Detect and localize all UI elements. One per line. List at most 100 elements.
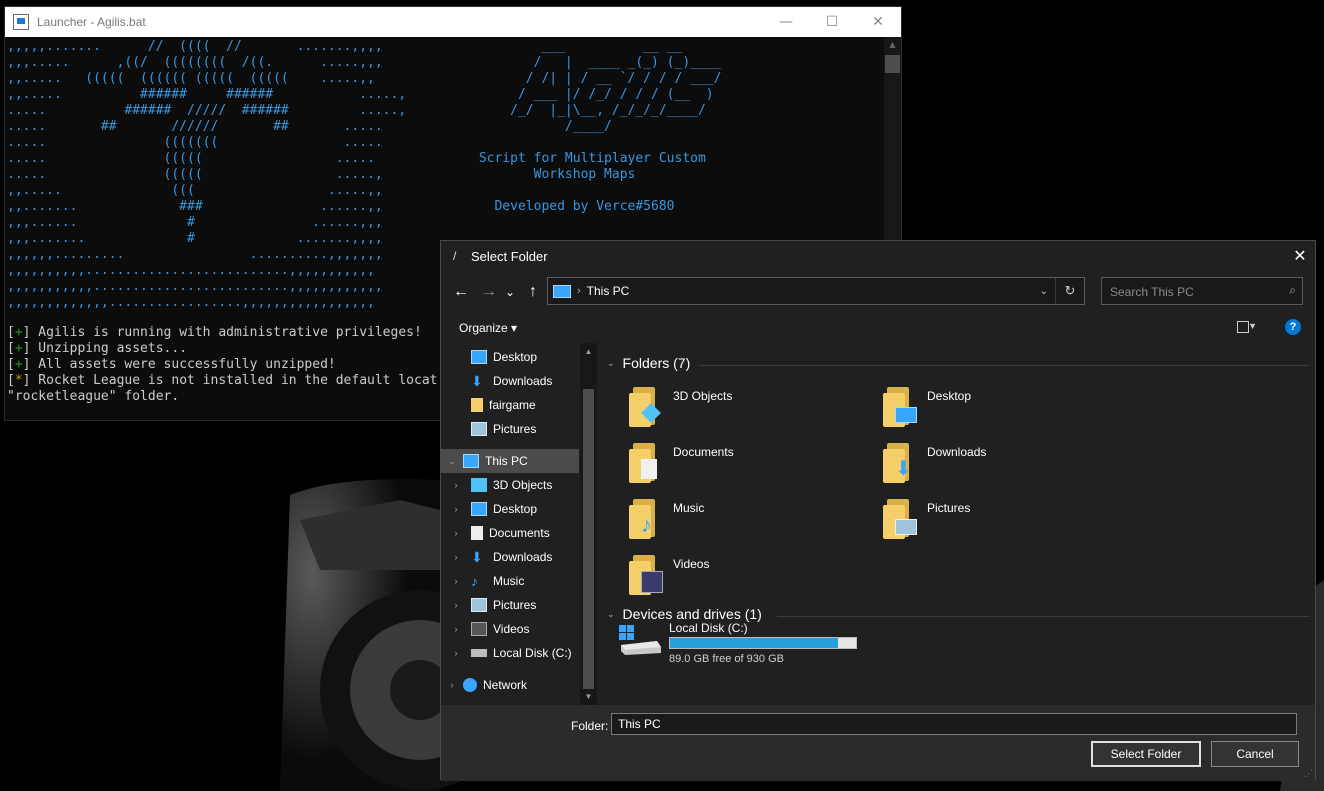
folder-label: Documents: [673, 445, 734, 459]
address-path[interactable]: This PC: [587, 284, 630, 298]
minimize-button[interactable]: —: [763, 7, 809, 37]
this-pc-icon: [463, 454, 479, 468]
breadcrumb-separator-icon[interactable]: ›: [577, 285, 581, 297]
back-button[interactable]: ←: [451, 279, 471, 305]
folder-label: 3D Objects: [673, 389, 733, 403]
search-box[interactable]: ⌕: [1101, 277, 1303, 306]
folder-documents[interactable]: Documents: [627, 441, 867, 489]
documents-icon: [641, 459, 657, 479]
nav-item-pictures-2[interactable]: › Pictures: [441, 593, 579, 617]
navigation-scrollbar[interactable]: ▲ ▼: [580, 343, 597, 705]
folder-3d-objects[interactable]: 3D Objects: [627, 385, 867, 433]
downloads-icon: ⬇: [471, 373, 483, 389]
nav-item-desktop[interactable]: Desktop: [441, 345, 579, 369]
network-icon: [463, 678, 477, 692]
folder-label: Music: [673, 501, 705, 515]
feather-icon: /: [453, 249, 457, 263]
group-divider: [699, 365, 1309, 366]
nav-item-3d-objects[interactable]: › 3D Objects: [441, 473, 579, 497]
scroll-up-icon[interactable]: ▲: [580, 347, 597, 356]
folder-downloads[interactable]: ⬇ Downloads: [881, 441, 1121, 489]
nav-item-this-pc[interactable]: ⌄ This PC: [441, 449, 579, 473]
select-folder-button[interactable]: Select Folder: [1091, 741, 1201, 767]
collapse-chevron-icon[interactable]: ⌄: [607, 609, 615, 620]
address-bar[interactable]: › This PC ⌄ ↻: [547, 277, 1085, 305]
command-bar: Organize ▾ ▼ ?: [441, 315, 1315, 343]
nav-item-label: Network: [483, 678, 528, 692]
dialog-titlebar: / Select Folder ✕: [441, 241, 1315, 271]
nav-item-music[interactable]: › ♪ Music: [441, 569, 579, 593]
search-input[interactable]: [1102, 278, 1282, 306]
nav-item-label: fairgame: [489, 398, 536, 412]
nav-item-label: Desktop: [493, 350, 538, 364]
nav-item-fairgame[interactable]: fairgame: [441, 393, 579, 417]
desktop-icon: [471, 350, 487, 364]
folder-icon: ♪: [627, 497, 661, 539]
folder-label: Pictures: [927, 501, 971, 515]
dialog-close-button[interactable]: ✕: [1285, 241, 1315, 271]
maximize-button[interactable]: ☐: [809, 7, 855, 37]
log-line: "rocketleague" folder.: [7, 389, 180, 404]
nav-item-pictures[interactable]: Pictures: [441, 417, 579, 441]
nav-chevron[interactable]: ›: [441, 600, 471, 610]
nav-chevron[interactable]: ›: [441, 624, 471, 634]
nav-item-label: Documents: [489, 526, 550, 540]
navigation-pane: Desktop ⬇ Downloads fairgame Pictures ⌄ …: [441, 343, 597, 705]
cancel-button[interactable]: Cancel: [1211, 741, 1299, 767]
folder-label: Desktop: [927, 389, 972, 403]
log-line: [+] Agilis is running with administrativ…: [7, 325, 422, 340]
folder-field[interactable]: This PC: [611, 713, 1297, 735]
3d-objects-icon: [471, 478, 487, 492]
pictures-icon: [471, 422, 487, 436]
folder-desktop[interactable]: Desktop: [881, 385, 1121, 433]
resize-grip-icon[interactable]: ⋰: [1304, 768, 1313, 779]
music-icon: ♪: [471, 573, 478, 589]
collapse-chevron-icon[interactable]: ⌄: [607, 358, 615, 369]
folders-group-header[interactable]: ⌄ Folders (7): [607, 355, 690, 371]
folder-music[interactable]: ♪ Music: [627, 497, 867, 545]
desktop-icon: [471, 502, 487, 516]
nav-chevron[interactable]: ›: [441, 680, 463, 690]
up-button[interactable]: ↑: [523, 279, 543, 305]
drive-name: Local Disk (C:): [669, 621, 748, 635]
address-dropdown-icon[interactable]: ⌄: [1040, 286, 1048, 297]
view-dropdown-icon[interactable]: ▼: [1248, 321, 1257, 331]
nav-chevron[interactable]: ›: [441, 480, 471, 490]
videos-icon: [471, 622, 487, 636]
nav-item-label: Local Disk (C:): [493, 646, 572, 660]
navigation-scroll-thumb[interactable]: [583, 389, 594, 689]
nav-item-downloads-2[interactable]: › ⬇ Downloads: [441, 545, 579, 569]
help-button[interactable]: ?: [1285, 319, 1301, 335]
nav-chevron[interactable]: ›: [441, 528, 471, 538]
console-close-button[interactable]: ✕: [855, 7, 901, 37]
scroll-up-icon[interactable]: ▲: [884, 37, 901, 53]
folders-group-label: Folders (7): [622, 355, 691, 371]
folder-icon: ⬇: [881, 441, 915, 483]
search-icon[interactable]: ⌕: [1289, 283, 1296, 298]
nav-item-network[interactable]: › Network: [441, 673, 579, 697]
nav-item-videos[interactable]: › Videos: [441, 617, 579, 641]
nav-item-downloads[interactable]: ⬇ Downloads: [441, 369, 579, 393]
folder-videos[interactable]: Videos: [627, 553, 867, 601]
scroll-down-icon[interactable]: ▼: [580, 692, 597, 701]
forward-button[interactable]: →: [479, 279, 499, 305]
folder-icon: [881, 497, 917, 539]
dialog-title: Select Folder: [471, 248, 548, 264]
recent-locations-button[interactable]: ⌄: [503, 279, 517, 305]
nav-chevron[interactable]: ›: [441, 504, 471, 514]
console-scroll-thumb[interactable]: [885, 55, 900, 73]
nav-chevron[interactable]: ›: [441, 648, 471, 658]
drive-local-disk[interactable]: Local Disk (C:) 89.0 GB free of 930 GB: [617, 615, 867, 665]
nav-chevron[interactable]: ›: [441, 576, 471, 586]
ascii-logo: ___ __ __ / | ____ _(_) (_)____ / /| | /…: [478, 39, 722, 214]
nav-item-local-disk[interactable]: › Local Disk (C:): [441, 641, 579, 665]
folder-icon: [627, 385, 661, 427]
nav-chevron[interactable]: ⌄: [441, 456, 463, 467]
nav-chevron[interactable]: ›: [441, 552, 471, 562]
drive-usage-bar: [669, 637, 857, 649]
nav-item-documents[interactable]: › Documents: [441, 521, 579, 545]
folder-pictures[interactable]: Pictures: [881, 497, 1121, 545]
refresh-button[interactable]: ↻: [1055, 278, 1084, 304]
nav-item-desktop-2[interactable]: › Desktop: [441, 497, 579, 521]
organize-button[interactable]: Organize ▾: [459, 321, 517, 335]
